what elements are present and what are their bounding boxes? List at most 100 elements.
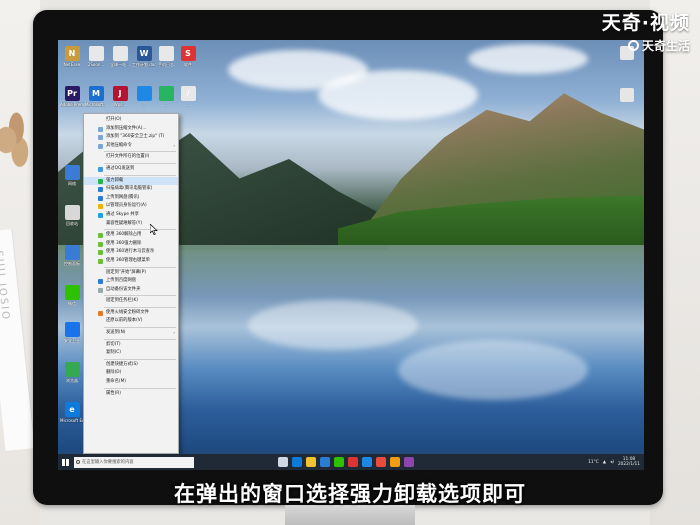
context-menu-item[interactable]: 其他压缩命令 ›	[84, 142, 178, 151]
desktop-icon[interactable]: 微信	[62, 285, 82, 311]
desktop-icon[interactable]: 回收站	[62, 205, 82, 231]
context-menu-item-label: 上传到网盘(腾讯)	[106, 194, 140, 200]
taskbar-clock[interactable]: 11:08 2022/1/11	[618, 457, 640, 467]
desktop-icon-label: ...	[186, 102, 190, 107]
context-menu-item[interactable]: 固定到"开始"屏幕(P)	[84, 269, 178, 278]
dried-flower-decoration	[0, 110, 30, 170]
context-menu-item[interactable]: 上传到网盘(腾讯)	[84, 194, 178, 203]
context-menu-item-label: 发送到(N)	[106, 330, 126, 336]
context-menu-item[interactable]: 创建快捷方式(S)	[84, 361, 178, 370]
context-menu-item[interactable]: 剪切(T)	[84, 341, 178, 350]
context-menu-item[interactable]: 使用 360管理右键菜单	[84, 257, 178, 266]
context-menu-item-label: 扫描病毒(腾讯电脑管家)	[106, 186, 153, 192]
context-menu-item-label: 使用 360管理右键菜单	[106, 257, 150, 263]
desktop-icon[interactable]: N NetEase	[62, 46, 82, 72]
context-menu-item-label: 打开文件所在的位置(I)	[106, 154, 150, 160]
context-menu-item[interactable]: 使用 360强力删除	[84, 240, 178, 249]
context-menu-item[interactable]: 还原以前的版本(V)	[84, 317, 178, 326]
menu-item-icon	[98, 143, 103, 149]
taskbar-wechat-icon[interactable]	[334, 457, 344, 467]
desktop-icon[interactable]: J Wps...	[110, 86, 130, 112]
monitor-stand	[285, 505, 415, 525]
context-menu-item[interactable]: 固定到任务栏(K)	[84, 297, 178, 306]
desktop-icon[interactable]: /...	[178, 86, 198, 112]
context-menu-item[interactable]: 使用火绒安全粉碎文件	[84, 309, 178, 318]
menu-item-icon	[98, 126, 103, 132]
context-menu-item[interactable]: 自动备份该文件夹	[84, 286, 178, 295]
desktop-icon-label: 回收站	[66, 221, 78, 226]
context-menu-item[interactable]: 使用 360进行木马云查杀	[84, 248, 178, 257]
desktop-icon-label: 控制面板	[64, 261, 80, 266]
context-menu-item[interactable]: 兼容性疑难解答(Y)	[84, 220, 178, 229]
menu-separator	[104, 174, 176, 176]
context-menu-item[interactable]: 发送到(N) ›	[84, 329, 178, 338]
context-menu-item[interactable]: 强力卸载	[84, 176, 178, 186]
taskbar-file-explorer-icon[interactable]	[306, 457, 316, 467]
context-menu-item[interactable]: 通过QQ发送到	[84, 165, 178, 174]
desktop-icon[interactable]: S 软件	[178, 46, 198, 72]
desktop-icon[interactable]: 控制面板	[62, 245, 82, 271]
taskbar-task-view-icon[interactable]	[278, 457, 288, 467]
start-button[interactable]	[58, 454, 72, 470]
desktop-icon[interactable]: 2Soon...	[86, 46, 106, 72]
taskbar-app-list	[274, 457, 414, 467]
taskbar-app-9-icon[interactable]	[390, 457, 400, 467]
taskbar-search-placeholder: 在这里输入你要搜索的内容	[82, 459, 134, 465]
desktop-icon[interactable]: eMicrosoft Edge	[60, 402, 84, 428]
desktop-icon[interactable]: M Microsoft...	[85, 86, 107, 112]
context-menu-item-label: 剪切(T)	[106, 341, 121, 347]
taskbar-wps-icon[interactable]	[348, 457, 358, 467]
desktop-icon-label: ...	[142, 102, 146, 107]
taskbar-app-10-icon[interactable]	[404, 457, 414, 467]
context-menu-item[interactable]: 打开文件所在的位置(I)	[84, 153, 178, 162]
brand-sub: 天奇生活	[602, 37, 690, 54]
context-menu-item[interactable]: 重命名(M)	[84, 378, 178, 387]
desktop-icon-label: 安全卫士	[64, 338, 80, 343]
context-menu-item-label: 使用 360强力删除	[106, 240, 142, 246]
desktop-icon-label: 手机日志	[158, 62, 174, 67]
desktop-icon[interactable]: ...	[134, 86, 154, 112]
menu-separator	[104, 229, 176, 231]
desktop-icon[interactable]: ...	[156, 86, 176, 112]
desktop-icon[interactable]: 浏览器	[62, 362, 82, 388]
desktop-icon[interactable]: 网络	[62, 165, 82, 191]
taskbar-search-box[interactable]: 在这里输入你要搜索的内容	[74, 456, 194, 468]
menu-item-icon	[98, 195, 103, 201]
desktop-icon[interactable]: PrAdobe Premie...	[60, 86, 84, 112]
volume-icon[interactable]: ◂)	[610, 460, 614, 465]
desktop-app-icon: S	[180, 46, 196, 61]
brand-sub-text: 天奇生活	[641, 39, 690, 53]
desktop-icon[interactable]: 安全卫士	[62, 322, 82, 348]
taskbar-edge-icon[interactable]	[292, 457, 302, 467]
context-menu-item[interactable]: 属性(R)	[84, 390, 178, 399]
context-menu-item[interactable]: 扫描病毒(腾讯电脑管家)	[84, 185, 178, 194]
taskbar-qq-browser-icon[interactable]	[362, 457, 372, 467]
taskbar-music-icon[interactable]	[376, 457, 386, 467]
desktop-icon[interactable]: 全球一站...	[110, 46, 130, 72]
menu-item-icon	[98, 287, 103, 293]
context-menu-item[interactable]: 删除(D)	[84, 369, 178, 378]
taskbar-store-icon[interactable]	[320, 457, 330, 467]
context-menu-item[interactable]: 打开(O)	[84, 116, 178, 125]
menu-item-icon	[98, 258, 103, 264]
network-icon[interactable]: ▲	[603, 460, 606, 465]
desktop-icon[interactable]: W工作计划.docx	[132, 46, 156, 72]
desktop-icon[interactable]: 手机日志	[156, 46, 176, 72]
context-menu-item[interactable]: 添加到压缩文件(A)...	[84, 125, 178, 134]
desktop-app-icon: M	[88, 86, 104, 101]
submenu-arrow-icon: ›	[173, 330, 175, 336]
context-menu-item[interactable]: 以管理员身份运行(A)	[84, 202, 178, 211]
context-menu-item[interactable]: 通过 Skype 共享	[84, 211, 178, 220]
weather-readout[interactable]: 11°C	[588, 460, 599, 465]
context-menu-item[interactable]: 使用 360解除占用	[84, 231, 178, 240]
desktop-app-icon: J	[112, 86, 128, 101]
context-menu-item[interactable]: 上传到百度网盘	[84, 277, 178, 286]
desktop-app-icon	[64, 362, 80, 377]
context-menu-item-label: 打开(O)	[106, 117, 122, 122]
desktop-icon-label: 网络	[68, 181, 76, 186]
context-menu-item[interactable]: 添加到 "360安全卫士.zip" (T)	[84, 133, 178, 142]
submenu-arrow-icon: ›	[173, 142, 175, 148]
context-menu-item[interactable]: 复制(C)	[84, 349, 178, 358]
paper-card-text: SUJI JOSIO	[0, 250, 11, 322]
desktop-file-icon[interactable]	[620, 88, 634, 102]
